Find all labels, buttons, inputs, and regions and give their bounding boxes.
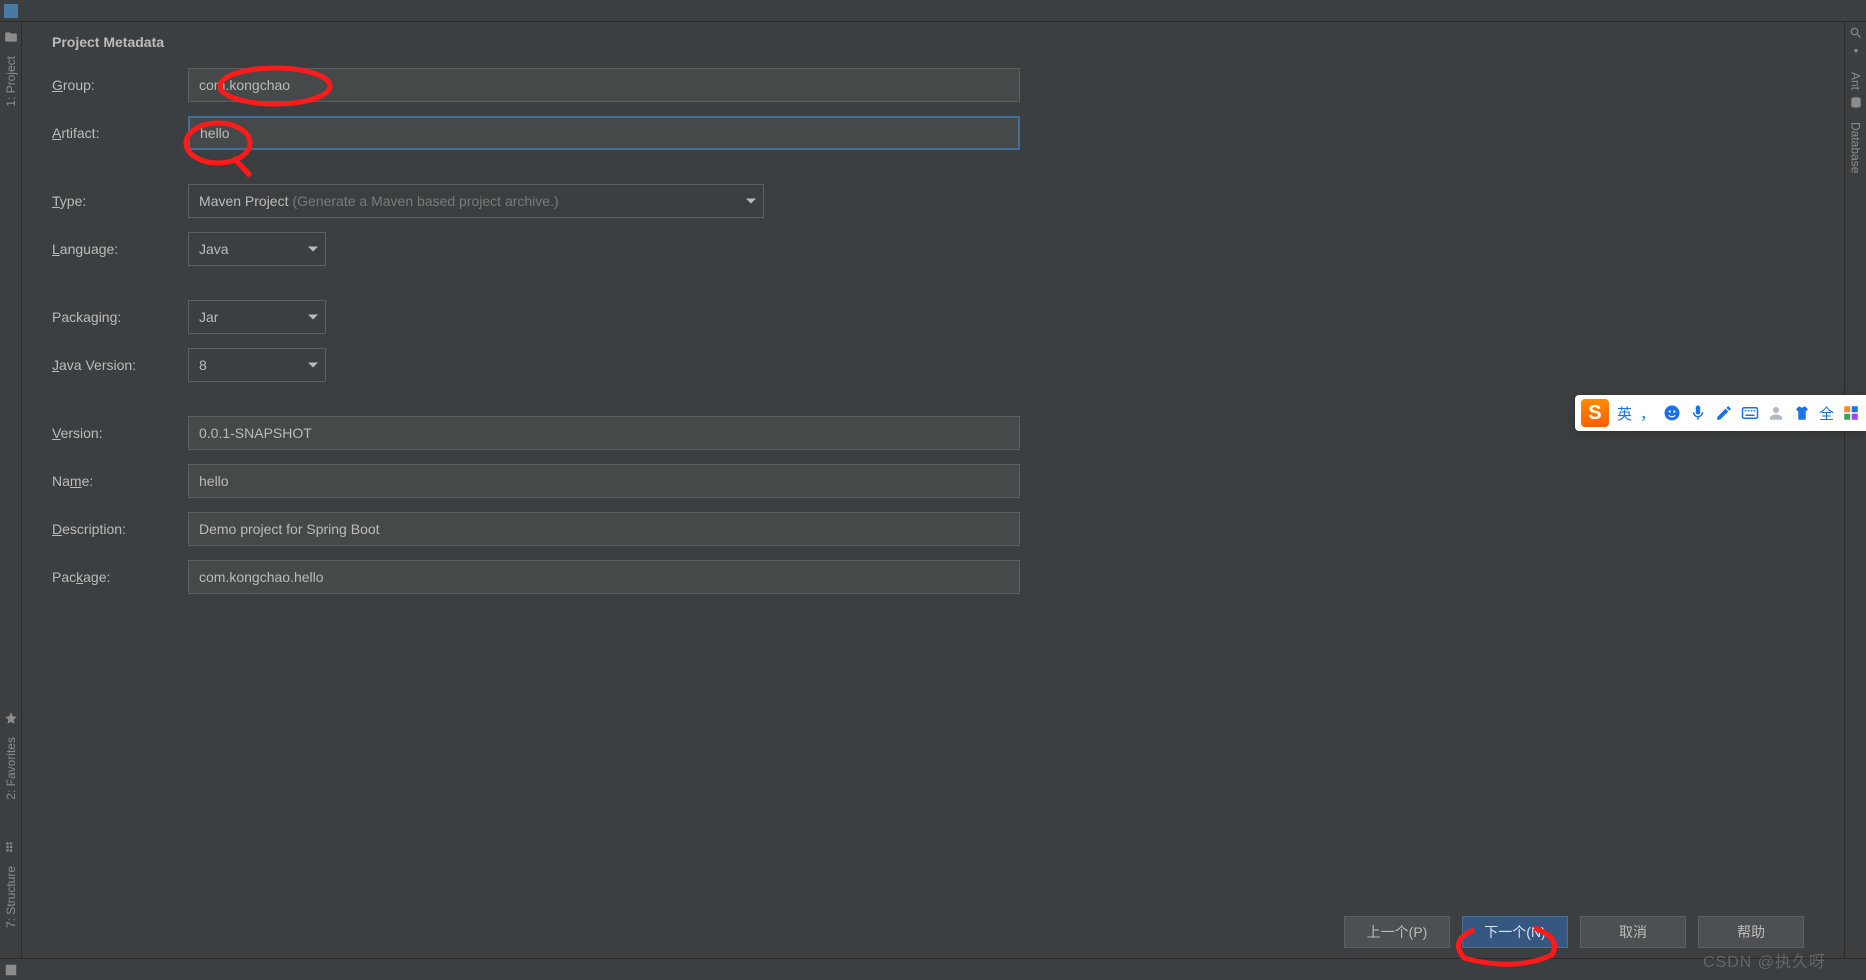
type-label: Type: — [52, 193, 188, 209]
package-input[interactable] — [188, 560, 1020, 594]
cancel-button[interactable]: 取消 — [1580, 916, 1686, 948]
group-input[interactable] — [188, 68, 1020, 102]
emoji-icon[interactable] — [1663, 404, 1681, 422]
left-tool-sidebar: 1: Project 2: Favorites 7: Structure — [0, 22, 22, 980]
packaging-select[interactable]: Jar — [188, 300, 326, 334]
search-icon[interactable] — [1849, 26, 1863, 40]
keyboard-icon[interactable] — [1741, 404, 1759, 422]
previous-button[interactable]: 上一个(P) — [1344, 916, 1450, 948]
microphone-icon[interactable] — [1689, 404, 1707, 422]
account-icon[interactable] — [1767, 404, 1785, 422]
javaversion-label: Java Version: — [52, 357, 188, 373]
language-label: Language: — [52, 241, 188, 257]
javaversion-select[interactable]: 8 — [188, 348, 326, 382]
next-button[interactable]: 下一个(N) — [1462, 916, 1568, 948]
right-tool-sidebar: Ant Database — [1844, 22, 1866, 958]
artifact-label: Artifact: — [52, 125, 188, 141]
packaging-label: Packaging: — [52, 309, 188, 325]
help-button[interactable]: 帮助 — [1698, 916, 1804, 948]
structure-icon — [4, 840, 18, 854]
name-label: Name: — [52, 473, 188, 489]
ime-fullwidth-indicator[interactable]: 全 — [1819, 403, 1834, 424]
edit-icon[interactable] — [1715, 404, 1733, 422]
package-label: Package: — [52, 569, 188, 585]
watermark: CSDN @执久呀 — [1703, 948, 1826, 972]
toolbox-icon[interactable] — [1842, 404, 1860, 422]
bottom-toggle-icon[interactable] — [4, 963, 18, 977]
sidebar-structure[interactable]: 7: Structure — [4, 866, 18, 928]
chevron-down-icon — [308, 247, 318, 252]
ime-toolbar[interactable]: S 英 ， 全 — [1575, 395, 1866, 431]
status-bar — [0, 958, 1866, 980]
sidebar-project[interactable]: 1: Project — [4, 56, 18, 107]
folder-icon — [4, 30, 18, 44]
group-label: GGroup:roup: — [52, 77, 188, 93]
title-bar — [0, 0, 1866, 22]
wizard-dialog: Project Metadata GGroup:roup: Artifact: … — [22, 22, 1844, 958]
chevron-down-icon — [746, 199, 756, 204]
type-select[interactable]: Maven Project(Generate a Maven based pro… — [188, 184, 764, 218]
ant-icon — [1849, 46, 1863, 60]
description-input[interactable] — [188, 512, 1020, 546]
ime-lang-indicator[interactable]: 英 — [1617, 403, 1632, 424]
description-label: Description: — [52, 521, 188, 537]
artifact-input[interactable] — [188, 116, 1020, 150]
star-icon — [4, 711, 18, 725]
chevron-down-icon — [308, 315, 318, 320]
version-label: Version: — [52, 425, 188, 441]
sidebar-database[interactable]: Database — [1849, 122, 1863, 173]
wizard-button-bar: 上一个(P) 下一个(N) 取消 帮助 — [1344, 916, 1804, 948]
language-select[interactable]: Java — [188, 232, 326, 266]
name-input[interactable] — [188, 464, 1020, 498]
database-icon — [1849, 96, 1863, 110]
ime-punct-icon[interactable]: ， — [1640, 403, 1655, 424]
version-input[interactable] — [188, 416, 1020, 450]
page-title: Project Metadata — [52, 34, 1814, 50]
sidebar-ant[interactable]: Ant — [1849, 72, 1863, 90]
sogou-logo-icon[interactable]: S — [1581, 399, 1609, 427]
skin-icon[interactable] — [1793, 404, 1811, 422]
sidebar-favorites[interactable]: 2: Favorites — [4, 737, 18, 800]
app-icon — [4, 4, 18, 18]
chevron-down-icon — [308, 363, 318, 368]
